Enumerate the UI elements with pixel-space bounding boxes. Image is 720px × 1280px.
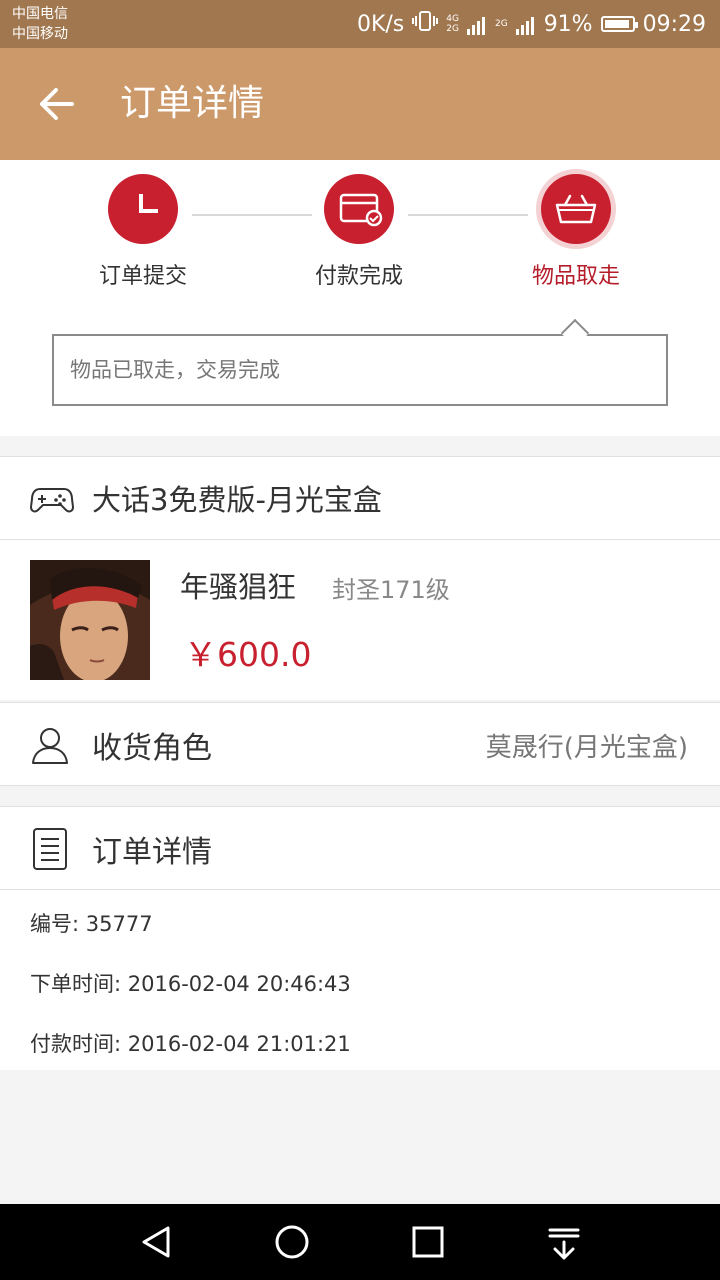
notification-pull-icon[interactable] [544, 1222, 584, 1262]
order-detail-title: 订单详情 [92, 835, 212, 870]
net-speed: 0K/s [356, 11, 405, 37]
user-icon [30, 725, 70, 769]
item-price: ￥600.0 [184, 635, 312, 674]
document-icon [30, 827, 70, 875]
payment-time: 付款时间: 2016-02-04 21:01:21 [30, 1032, 351, 1056]
game-name: 大话3免费版-月光宝盒 [92, 483, 382, 517]
arrow-left-icon[interactable] [36, 82, 80, 126]
step-label: 订单提交 [98, 264, 187, 289]
basket-icon [541, 174, 611, 244]
recipient-label: 收货角色 [92, 731, 212, 766]
item-level: 封圣171级 [332, 576, 450, 604]
vibrate-icon [412, 10, 439, 38]
recipient-row: 收货角色 莫晟行(月光宝盒) [0, 702, 720, 786]
carrier-1: 中国电信 [12, 6, 68, 22]
status-icons: 0K/s 4G 2G 2G 91% 09:29 [349, 10, 706, 38]
signal-icon [466, 13, 487, 35]
order-detail-header: 订单详情 [0, 806, 720, 890]
order-progress: 订单提交 付款完成 物品取走 物品已取走，交易完成 [0, 160, 720, 436]
clock-icon [108, 174, 178, 244]
home-circle-icon[interactable] [272, 1222, 312, 1262]
item-name: 年骚猖狂 [180, 570, 297, 604]
order-number: 编号: 35777 [30, 912, 153, 936]
page-title: 订单详情 [120, 83, 265, 124]
step-item-taken: 物品取走 [506, 174, 646, 290]
carrier-2: 中国移动 [12, 26, 68, 42]
network-type-1: 4G 2G [446, 14, 459, 34]
order-detail-body: 编号: 35777 下单时间: 2016-02-04 20:46:43 付款时间… [0, 890, 720, 1070]
recents-square-icon[interactable] [408, 1222, 448, 1262]
item-card[interactable]: 年骚猖狂 封圣171级 ￥600.0 [0, 540, 720, 700]
step-order-submitted: 订单提交 [73, 174, 213, 290]
app-bar: 订单详情 [0, 48, 720, 160]
clock-time: 09:29 [642, 11, 706, 37]
back-triangle-icon[interactable] [136, 1222, 176, 1262]
battery-icon [600, 16, 638, 32]
system-nav-bar [0, 1204, 720, 1280]
signal-icon-2 [515, 13, 536, 35]
step-payment-completed: 付款完成 [289, 174, 429, 290]
status-bar: 中国电信 中国移动 0K/s 4G 2G 2G 91% 09:29 [0, 0, 720, 48]
card-check-icon [324, 174, 394, 244]
network-type-2: 2G [494, 19, 508, 29]
recipient-value: 莫晟行(月光宝盒) [485, 733, 688, 763]
game-header: 大话3免费版-月光宝盒 [0, 456, 720, 540]
battery-percent: 91% [543, 11, 593, 37]
step-label: 付款完成 [314, 264, 403, 289]
item-avatar [30, 560, 150, 680]
order-time: 下单时间: 2016-02-04 20:46:43 [30, 972, 351, 996]
step-label: 物品取走 [531, 264, 620, 289]
carrier-info: 中国电信 中国移动 [12, 4, 68, 44]
gamepad-icon [29, 479, 75, 523]
